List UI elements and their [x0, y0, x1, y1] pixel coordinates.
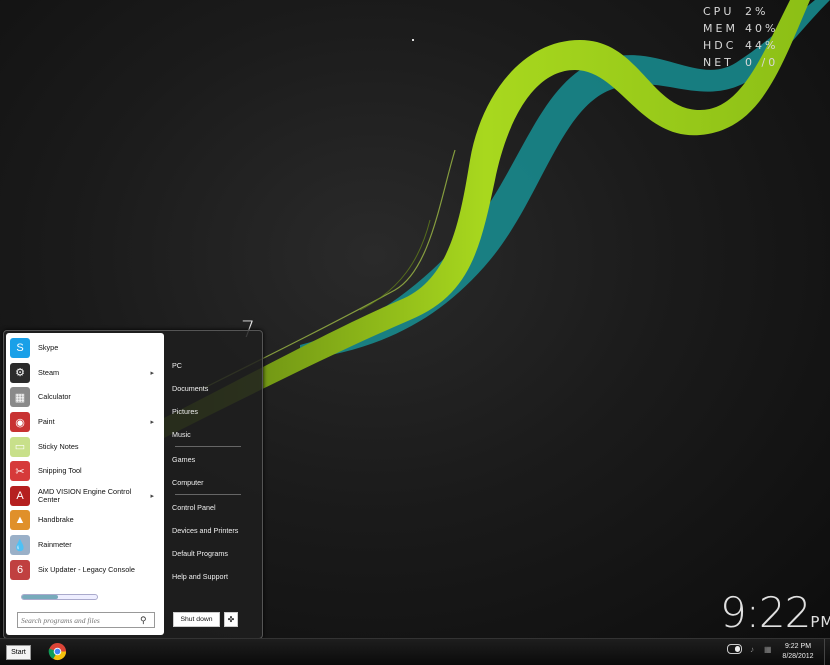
- mem-value: 40%: [745, 22, 779, 35]
- program-label: Sticky Notes: [38, 441, 79, 451]
- submenu-arrow-icon[interactable]: ▸: [150, 418, 154, 426]
- program-label: Skype: [38, 343, 59, 353]
- shutdown-options-button[interactable]: ✤: [224, 612, 238, 627]
- amd-icon: A: [10, 485, 30, 506]
- hdc-label: HDC: [703, 39, 737, 52]
- menu-item-help-support[interactable]: Help and Support: [172, 572, 252, 581]
- programs-pane: S Skype ⚙ Steam ▸ ▦ Calculator ◉ Paint ▸ ▭ Sticky N…: [6, 333, 164, 635]
- program-item[interactable]: ◉ Paint ▸: [6, 410, 164, 435]
- program-item[interactable]: 💧 Rainmeter: [6, 533, 164, 558]
- program-item[interactable]: ▦ Calculator: [6, 385, 164, 410]
- program-label: Paint: [38, 417, 55, 427]
- start-menu: S Skype ⚙ Steam ▸ ▦ Calculator ◉ Paint ▸ ▭ Sticky N…: [3, 330, 263, 639]
- shutdown-button[interactable]: Shut down: [173, 612, 220, 627]
- taskbar: Start ♪ ▦ 9:22 PM 8/28/2012: [0, 638, 830, 665]
- network-icon[interactable]: ▦: [764, 645, 773, 654]
- desktop-clock-time: 9:22: [720, 588, 811, 637]
- start-button[interactable]: Start: [6, 645, 31, 660]
- cpu-label: CPU: [703, 5, 735, 18]
- menu-item-computer[interactable]: Computer: [172, 478, 252, 487]
- menu-item-default-programs[interactable]: Default Programs: [172, 549, 252, 558]
- program-label: Rainmeter: [38, 540, 72, 550]
- taskbar-clock-date: 8/28/2012: [782, 653, 814, 660]
- net-row: NET 0 /0: [703, 54, 778, 71]
- submenu-arrow-icon[interactable]: ▸: [150, 369, 154, 377]
- steam-icon: ⚙: [10, 362, 30, 383]
- net-value: 0 /0: [745, 56, 779, 69]
- show-desktop-button[interactable]: [824, 639, 830, 665]
- menu-item-pictures[interactable]: Pictures: [172, 407, 252, 416]
- rainmeter-icon: 💧: [10, 535, 30, 556]
- places-pane: PC Documents Pictures Music Games Comput…: [169, 331, 259, 636]
- program-list: S Skype ⚙ Steam ▸ ▦ Calculator ◉ Paint ▸ ▭ Sticky N…: [6, 336, 164, 582]
- volume-icon[interactable]: ♪: [750, 645, 759, 654]
- menu-item-documents[interactable]: Documents: [172, 384, 252, 393]
- paint-icon: ◉: [10, 412, 30, 433]
- desktop-clock-ampm: PM: [810, 613, 830, 631]
- mem-row: MEM 40%: [703, 20, 778, 37]
- progress-fill: [22, 595, 58, 599]
- program-item[interactable]: A AMD VISION Engine Control Center ▸: [6, 484, 164, 509]
- cpu-value: 2%: [745, 5, 769, 18]
- program-item[interactable]: ✂ Snipping Tool: [6, 459, 164, 484]
- shutdown-options-icon: ✤: [227, 615, 235, 624]
- taskbar-clock[interactable]: 9:22 PM 8/28/2012: [775, 642, 821, 662]
- hdc-value: 44%: [745, 39, 779, 52]
- notification-area: ♪ ▦: [727, 644, 778, 654]
- program-label: Calculator: [38, 392, 71, 402]
- taskbar-clock-time: 9:22 PM: [784, 643, 812, 650]
- system-monitor-widget: CPU 2% MEM 40% HDC 44% NET 0 /0: [703, 3, 778, 71]
- program-item[interactable]: ⚙ Steam ▸: [6, 361, 164, 386]
- mem-label: MEM: [703, 22, 738, 35]
- program-item[interactable]: 6 Six Updater - Legacy Console: [6, 557, 164, 582]
- calculator-icon: ▦: [10, 387, 30, 408]
- handbrake-icon: ▲: [10, 510, 30, 531]
- chrome-icon[interactable]: [48, 642, 67, 661]
- wallpaper-dot: [412, 39, 414, 41]
- net-label: NET: [703, 56, 734, 69]
- menu-item-pc[interactable]: PC: [172, 361, 252, 370]
- program-label: Six Updater - Legacy Console: [38, 564, 135, 574]
- hdc-row: HDC 44%: [703, 37, 778, 54]
- program-label: AMD VISION Engine Control Center: [38, 486, 132, 504]
- menu-item-control-panel[interactable]: Control Panel: [172, 503, 252, 512]
- search-icon[interactable]: ⚲: [140, 615, 147, 626]
- search-box[interactable]: ⚲: [17, 612, 155, 628]
- program-label: Handbrake: [38, 515, 74, 525]
- sticky-notes-icon: ▭: [10, 436, 30, 457]
- menu-separator: [175, 494, 241, 495]
- six-updater-icon: 6: [10, 559, 30, 580]
- menu-item-music[interactable]: Music: [172, 430, 252, 439]
- program-label: Snipping Tool: [38, 466, 82, 476]
- menu-separator: [175, 446, 241, 447]
- program-item[interactable]: S Skype: [6, 336, 164, 361]
- search-input[interactable]: [18, 614, 136, 626]
- menu-item-games[interactable]: Games: [172, 455, 252, 464]
- toggle-icon[interactable]: [727, 644, 742, 654]
- all-programs-progress: [21, 594, 98, 600]
- menu-item-devices-printers[interactable]: Devices and Printers: [172, 526, 252, 535]
- skype-icon: S: [10, 338, 30, 359]
- program-item[interactable]: ▲ Handbrake: [6, 508, 164, 533]
- desktop-clock-widget: 9:22PM: [720, 588, 830, 637]
- program-item[interactable]: ▭ Sticky Notes: [6, 434, 164, 459]
- program-label: Steam: [38, 367, 60, 377]
- submenu-arrow-icon[interactable]: ▸: [150, 492, 154, 500]
- snipping-tool-icon: ✂: [10, 461, 30, 482]
- cpu-row: CPU 2%: [703, 3, 778, 20]
